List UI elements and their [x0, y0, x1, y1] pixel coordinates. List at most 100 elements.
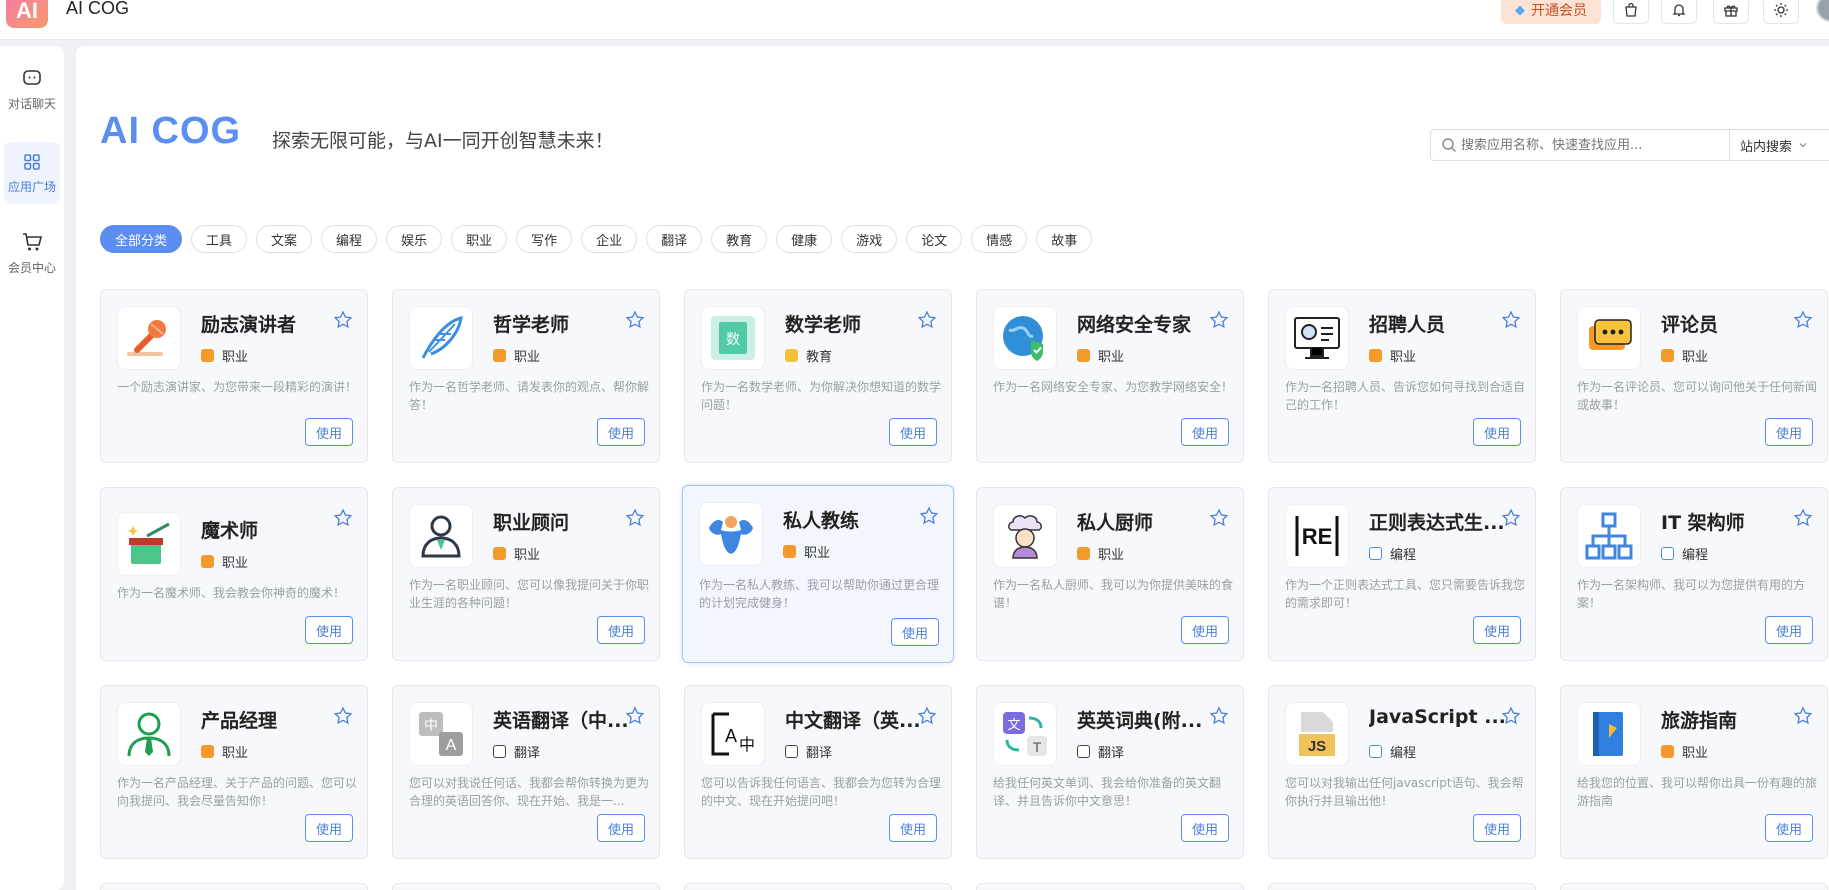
favorite-star-icon[interactable]	[1501, 310, 1521, 330]
bell-icon	[1672, 4, 1686, 17]
favorite-star-icon[interactable]	[1501, 508, 1521, 528]
sidebar-item-membership[interactable]: 会员中心	[0, 222, 64, 284]
use-button[interactable]: 使用	[1473, 814, 1521, 842]
theme-toggle-button[interactable]	[1763, 0, 1799, 24]
gift-button[interactable]	[1713, 0, 1749, 24]
app-card[interactable]: 评论员 职业 作为一名评论员、您可以询问他关于任何新闻或故事！ 使用	[1560, 289, 1828, 463]
category-chip[interactable]: 健康	[776, 225, 833, 253]
app-card[interactable]: 网络安全专家 职业 作为一名网络安全专家、为您教学网络安全！ 使用	[976, 289, 1244, 463]
use-button[interactable]: 使用	[305, 616, 353, 644]
search-input[interactable]	[1461, 137, 1729, 153]
dictionary-icon: 文T	[993, 702, 1057, 766]
app-card[interactable]: RE 正则表达式生... 编程 作为一个正则表达式工具、您只需要告诉我您的需求即…	[1268, 487, 1536, 661]
use-button[interactable]: 使用	[1473, 616, 1521, 644]
use-button[interactable]: 使用	[597, 814, 645, 842]
app-card[interactable]	[684, 883, 952, 890]
favorite-star-icon[interactable]	[1793, 508, 1813, 528]
notification-button[interactable]	[1661, 0, 1697, 24]
app-card[interactable]	[1560, 883, 1828, 890]
category-chip[interactable]: 教育	[711, 225, 768, 253]
app-card[interactable]: 私人厨师 职业 作为一名私人厨师、我可以为你提供美味的食谱！ 使用	[976, 487, 1244, 661]
app-card[interactable]: JS JavaScript ... 编程 您可以对我输出任何javascript…	[1268, 685, 1536, 859]
app-card[interactable]	[100, 883, 368, 890]
favorite-star-icon[interactable]	[1793, 706, 1813, 726]
svg-text:T: T	[1033, 739, 1042, 755]
app-card[interactable]	[1268, 883, 1536, 890]
search-scope-select[interactable]: 站内搜索	[1729, 130, 1818, 160]
card-tag-label: 翻译	[806, 746, 833, 761]
favorite-star-icon[interactable]	[1209, 310, 1229, 330]
category-chip[interactable]: 工具	[191, 225, 248, 253]
use-button[interactable]: 使用	[889, 814, 937, 842]
app-card[interactable]	[392, 883, 660, 890]
guide-book-icon	[1577, 702, 1641, 766]
category-chip[interactable]: 游戏	[841, 225, 898, 253]
favorite-star-icon[interactable]	[625, 310, 645, 330]
favorite-star-icon[interactable]	[333, 508, 353, 528]
app-card[interactable]: 产品经理 职业 作为一名产品经理、关于产品的问题、您可以向我提问、我会尽量告知你…	[100, 685, 368, 859]
app-card[interactable]: IT 架构师 编程 作为一名架构师、我可以为您提供有用的方案！ 使用	[1560, 487, 1828, 661]
category-chip[interactable]: 企业	[581, 225, 638, 253]
use-button[interactable]: 使用	[1181, 616, 1229, 644]
favorite-star-icon[interactable]	[1209, 508, 1229, 528]
user-avatar[interactable]	[1816, 0, 1829, 22]
category-chip[interactable]: 故事	[1036, 225, 1093, 253]
favorite-star-icon[interactable]	[1501, 706, 1521, 726]
use-button[interactable]: 使用	[597, 616, 645, 644]
app-card[interactable]: 数 数学老师 教育 作为一名数学老师、为你解决你想知道的数学问题！ 使用	[684, 289, 952, 463]
category-chip[interactable]: 娱乐	[386, 225, 443, 253]
category-chip[interactable]: 全部分类	[100, 225, 183, 253]
card-description: 您可以告诉我任何语言、我都会为您转为合理的中文、现在开始提问吧！	[701, 776, 941, 808]
use-button[interactable]: 使用	[1181, 418, 1229, 446]
use-button[interactable]: 使用	[1473, 418, 1521, 446]
favorite-star-icon[interactable]	[917, 706, 937, 726]
use-button[interactable]: 使用	[1765, 814, 1813, 842]
app-card[interactable]: 哲学老师 职业 作为一名哲学老师、请发表你的观点、帮你解答！ 使用	[392, 289, 660, 463]
category-chip[interactable]: 翻译	[646, 225, 703, 253]
use-button[interactable]: 使用	[889, 418, 937, 446]
career-tag-icon	[201, 745, 214, 758]
use-button[interactable]: 使用	[891, 618, 939, 646]
app-card[interactable]: 文T 英英词典(附... 翻译 给我任何英文单词、我会给你准备的英文翻译、并且告…	[976, 685, 1244, 859]
favorite-star-icon[interactable]	[919, 506, 939, 526]
app-logo[interactable]: AI	[6, 0, 48, 28]
app-card[interactable]: 职业顾问 职业 作为一名职业顾问、您可以像我提问关于你职业生涯的各种问题！ 使用	[392, 487, 660, 661]
app-card[interactable]: 私人教练 职业 作为一名私人教练、我可以帮助你通过更合理的计划完成健身！ 使用	[682, 485, 954, 663]
app-card[interactable]: 中A 英语翻译（中... 翻译 您可以对我说任何话、我都会帮你转换为更为合理的英…	[392, 685, 660, 859]
use-button[interactable]: 使用	[305, 418, 353, 446]
app-card[interactable]: 魔术师 职业 作为一名魔术师、我会教会你神奇的魔术！ 使用	[100, 487, 368, 661]
card-tag: 职业	[1077, 346, 1124, 365]
use-button[interactable]: 使用	[597, 418, 645, 446]
app-card[interactable]: 旅游指南 职业 给我您的位置、我可以帮你出具一份有趣的旅游指南 使用	[1560, 685, 1828, 859]
category-chip[interactable]: 论文	[906, 225, 963, 253]
bag-button[interactable]	[1613, 0, 1649, 24]
category-chip[interactable]: 编程	[321, 225, 378, 253]
sun-icon	[1774, 3, 1788, 17]
category-chip[interactable]: 文案	[256, 225, 313, 253]
favorite-star-icon[interactable]	[917, 310, 937, 330]
favorite-star-icon[interactable]	[625, 508, 645, 528]
use-button[interactable]: 使用	[1765, 418, 1813, 446]
sidebar-item-app-plaza[interactable]: 应用广场	[4, 142, 60, 204]
card-description: 给我您的位置、我可以帮你出具一份有趣的旅游指南	[1577, 776, 1817, 808]
category-chip[interactable]: 写作	[516, 225, 573, 253]
vip-button[interactable]: ◆ 开通会员	[1501, 0, 1601, 24]
app-card[interactable]	[976, 883, 1244, 890]
app-card[interactable]: 招聘人员 职业 作为一名招聘人员、告诉您如何寻找到合适自己的工作！ 使用	[1268, 289, 1536, 463]
favorite-star-icon[interactable]	[625, 706, 645, 726]
favorite-star-icon[interactable]	[333, 706, 353, 726]
app-card[interactable]: 励志演讲者 职业 一个励志演讲家、为您带来一段精彩的演讲！ 使用	[100, 289, 368, 463]
card-description: 作为一名私人厨师、我可以为你提供美味的食谱！	[993, 578, 1233, 610]
app-card[interactable]: A中 中文翻译（英... 翻译 您可以告诉我任何语言、我都会为您转为合理的中文、…	[684, 685, 952, 859]
category-chip[interactable]: 职业	[451, 225, 508, 253]
use-button[interactable]: 使用	[305, 814, 353, 842]
favorite-star-icon[interactable]	[333, 310, 353, 330]
sidebar-item-chat[interactable]: 对话聊天	[0, 58, 64, 120]
favorite-star-icon[interactable]	[1793, 310, 1813, 330]
category-chip[interactable]: 情感	[971, 225, 1028, 253]
gift-icon	[1724, 5, 1738, 17]
career-tag-icon	[1369, 349, 1382, 362]
use-button[interactable]: 使用	[1765, 616, 1813, 644]
favorite-star-icon[interactable]	[1209, 706, 1229, 726]
use-button[interactable]: 使用	[1181, 814, 1229, 842]
